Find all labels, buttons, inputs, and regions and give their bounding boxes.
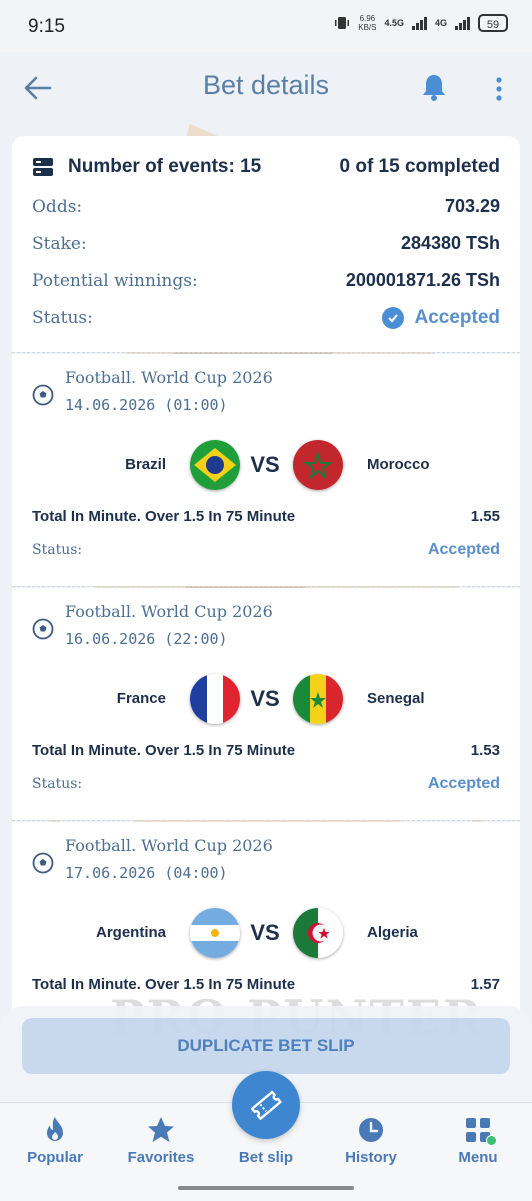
brazil-flag-icon	[190, 440, 240, 490]
versus-label: VS	[250, 686, 280, 711]
versus-label: VS	[250, 452, 280, 477]
event-market: Total In Minute. Over 1.5 In 75 Minute	[32, 742, 296, 759]
team-home: Argentina	[95, 924, 166, 941]
vibrate-icon	[335, 17, 350, 29]
bet-summary-card: Number of events: 15 0 of 15 completed O…	[12, 136, 520, 352]
nav-popular-label: Popular	[27, 1149, 83, 1166]
argentina-flag-icon	[190, 908, 240, 958]
battery-icon: 59	[478, 14, 508, 32]
ticket-icon	[250, 1090, 282, 1120]
status-icons: 6.96 KB/S 4.5G 4G 59	[334, 14, 508, 32]
more-vertical-icon[interactable]	[490, 74, 508, 104]
nav-favorites-label: Favorites	[127, 1149, 195, 1166]
france-flag-icon	[190, 674, 240, 724]
nav-bet-slip-label: Bet slip	[238, 1149, 294, 1166]
signal-icon-2	[455, 16, 470, 30]
stake-value: 284380 TSh	[400, 233, 500, 253]
team-away: Morocco	[367, 456, 430, 473]
football-icon	[32, 852, 54, 874]
events-list-icon	[33, 158, 53, 176]
event-date: 16.06.2026 (22:00)	[65, 630, 228, 648]
status-bar: 9:15 6.96 KB/S 4.5G 4G 59	[0, 0, 532, 52]
team-away: Algeria	[367, 924, 418, 941]
event-status-label: Status:	[32, 776, 83, 792]
football-icon	[32, 384, 54, 406]
versus-label: VS	[250, 920, 280, 945]
event-status-value: Accepted	[427, 775, 500, 792]
network-type-1: 4.5G	[384, 18, 404, 28]
event-league: Football. World Cup 2026	[65, 602, 273, 621]
app-header: Bet details	[0, 52, 532, 124]
event-date: 17.06.2026 (04:00)	[65, 864, 228, 882]
winnings-value: 200001871.26 TSh	[345, 270, 500, 290]
event-league: Football. World Cup 2026	[65, 836, 273, 855]
event-card[interactable]: Football. World Cup 2026 14.06.2026 (01:…	[12, 354, 520, 586]
status-row: Status: Accepted	[32, 307, 500, 329]
event-market: Total In Minute. Over 1.5 In 75 Minute	[32, 508, 296, 525]
odds-value: 703.29	[444, 196, 500, 216]
bet-slip-fab[interactable]	[232, 1071, 300, 1139]
winnings-label: Potential winnings:	[32, 270, 198, 291]
nav-menu-label: Menu	[458, 1149, 498, 1166]
signal-icon	[411, 16, 427, 30]
event-date: 14.06.2026 (01:00)	[65, 396, 228, 414]
notification-dot	[486, 1135, 497, 1146]
event-coefficient: 1.55	[470, 508, 500, 525]
summary-header-row: Number of events: 15 0 of 15 completed	[32, 156, 500, 178]
nav-history-label: History	[345, 1149, 397, 1166]
event-card[interactable]: Football. World Cup 2026 16.06.2026 (22:…	[12, 588, 520, 820]
stake-label: Stake:	[32, 233, 87, 254]
network-type-2: 4G	[434, 18, 447, 28]
team-home: Brazil	[125, 456, 166, 473]
odds-row: Odds: 703.29	[32, 196, 500, 217]
duplicate-bet-slip-button[interactable]: DUPLICATE BET SLIP	[22, 1018, 510, 1074]
status-label: Status:	[32, 308, 93, 328]
flame-icon	[47, 1117, 63, 1141]
stake-row: Stake: 284380 TSh	[32, 233, 500, 254]
winnings-row: Potential winnings: 200001871.26 TSh	[32, 270, 500, 291]
algeria-flag-icon	[293, 908, 343, 958]
morocco-flag-icon	[293, 440, 343, 490]
football-icon	[32, 618, 54, 640]
event-status-value: Accepted	[427, 541, 500, 558]
odds-label: Odds:	[32, 196, 83, 217]
events-count: Number of events: 15	[68, 156, 262, 177]
page-title: Bet details	[202, 70, 330, 100]
star-icon	[148, 1117, 174, 1142]
event-league: Football. World Cup 2026	[65, 368, 273, 387]
home-indicator[interactable]	[178, 1186, 354, 1190]
senegal-flag-icon	[293, 674, 343, 724]
network-speed: 6.96 KB/S	[358, 14, 377, 32]
bell-icon[interactable]	[420, 72, 448, 102]
team-away: Senegal	[367, 690, 425, 707]
clock-icon	[359, 1118, 383, 1142]
check-circle-icon	[382, 307, 405, 329]
team-home: France	[116, 690, 166, 707]
completed-count: 0 of 15 completed	[339, 156, 501, 177]
event-coefficient: 1.53	[470, 742, 500, 759]
status-badge: Accepted	[382, 307, 500, 329]
event-status-label: Status:	[32, 542, 83, 558]
status-time: 9:15	[28, 16, 65, 37]
